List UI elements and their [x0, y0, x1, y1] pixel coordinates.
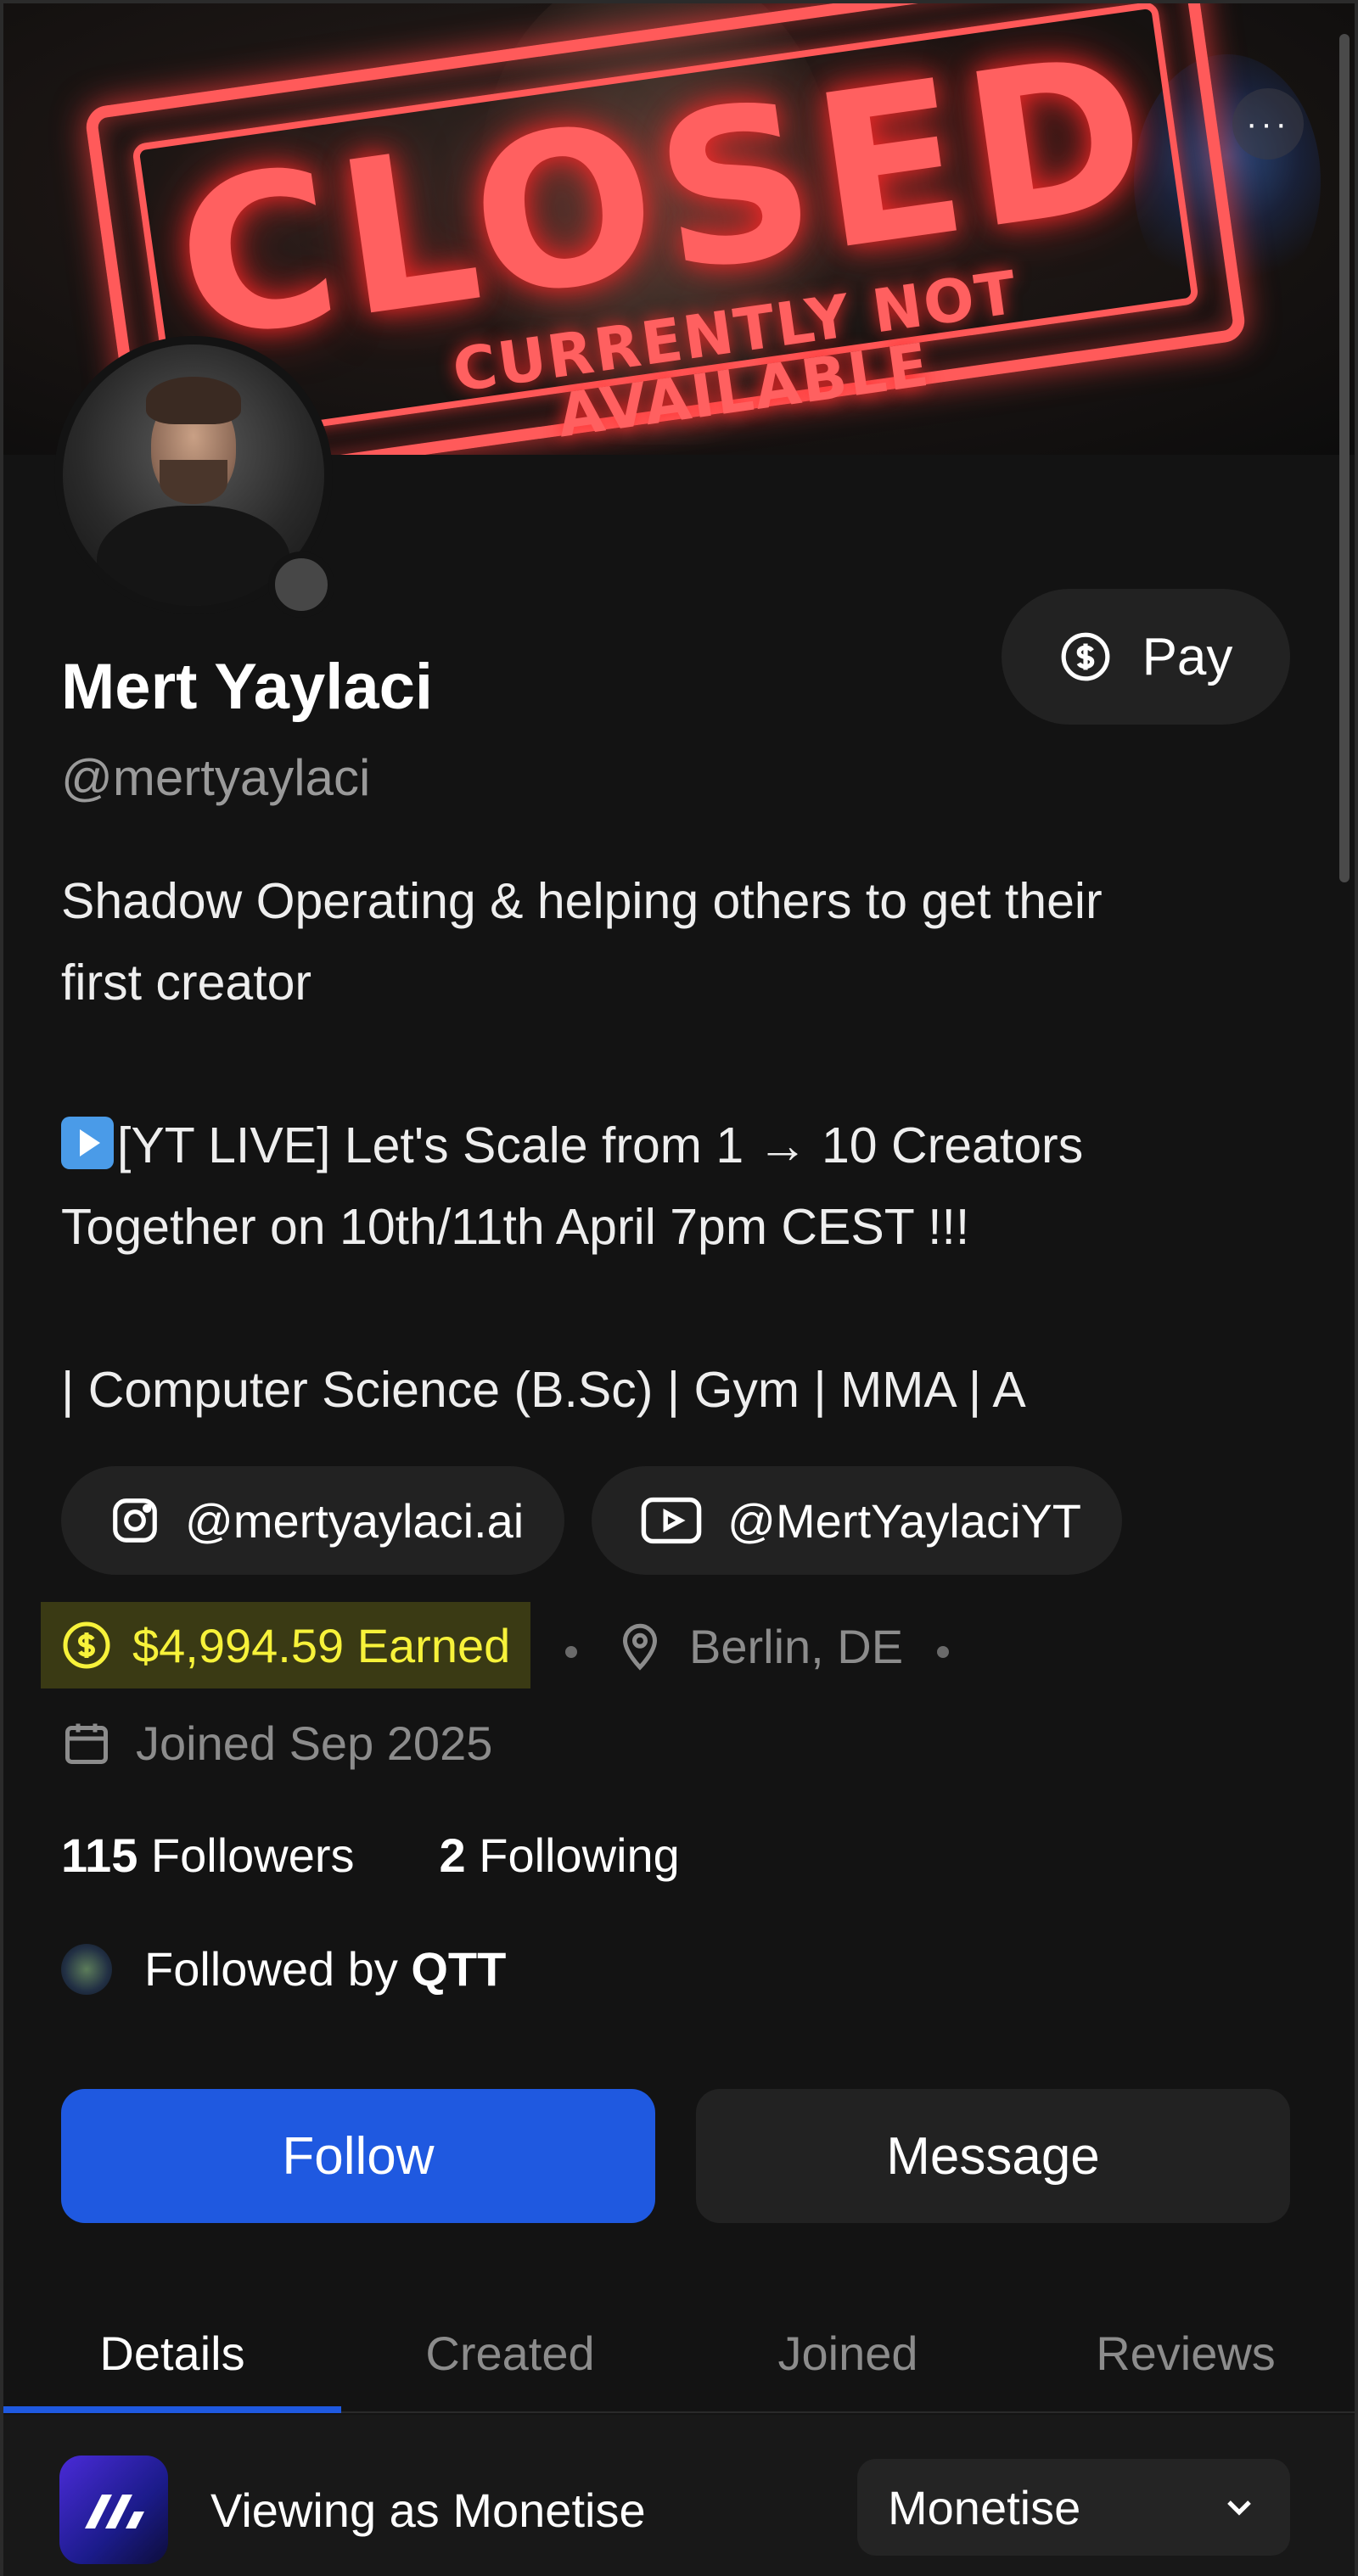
following-count: 2 [439, 1828, 466, 1882]
tab-joined[interactable]: Joined [679, 2294, 1017, 2411]
calendar-icon [65, 1723, 108, 1764]
youtube-link[interactable]: @MertYaylaciYT [592, 1466, 1122, 1575]
tab-created[interactable]: Created [341, 2294, 679, 2411]
profile-page: CLOSED CURRENTLY NOT AVAILABLE ··· Pay M… [0, 0, 1358, 2576]
pay-button[interactable]: Pay [1002, 589, 1290, 725]
profile-bio: Shadow Operating & helping others to get… [61, 860, 1300, 1431]
joined-date: Joined Sep 2025 [61, 1707, 492, 1778]
bio-line: | Computer Science (B.Sc) | Gym | MMA | … [61, 1362, 1026, 1418]
following-link[interactable]: 2 Following [440, 1828, 680, 1883]
tab-details[interactable]: Details [3, 2294, 341, 2413]
profile-name: Mert Yaylaci [61, 651, 434, 723]
youtube-icon [641, 1497, 702, 1544]
dollar-coin-icon [63, 1621, 110, 1669]
follow-stats: 115 Followers 2 Following [61, 1828, 680, 1883]
viewing-as-select[interactable]: Monetise [857, 2459, 1290, 2556]
earned-badge: $4,994.59 Earned [41, 1602, 531, 1688]
profile-tabs: Details Created Joined Reviews [3, 2294, 1355, 2413]
monetise-logo-icon [85, 2495, 144, 2528]
follow-button[interactable]: Follow [61, 2089, 655, 2223]
followers-count: 115 [61, 1828, 138, 1882]
follower-avatar [61, 1943, 112, 1995]
bio-line: Together on 10th/11th April 7pm CEST !!! [61, 1199, 970, 1255]
followed-by-name: QTT [411, 1942, 507, 1996]
more-icon: ··· [1246, 105, 1290, 143]
monetise-logo [59, 2456, 168, 2564]
following-label: Following [479, 1828, 680, 1882]
pay-label: Pay [1142, 627, 1233, 686]
joined-text: Joined Sep 2025 [136, 1716, 493, 1770]
earned-amount: $4,994.59 Earned [132, 1618, 511, 1672]
followed-by[interactable]: Followed by QTT [61, 1941, 506, 1996]
viewing-as-bar: Viewing as Monetise Monetise [3, 2415, 1355, 2576]
social-links: @mertyaylaci.ai @MertYaylaciYT [61, 1466, 1122, 1575]
profile-handle: @mertyaylaci [61, 749, 371, 806]
instagram-link[interactable]: @mertyaylaci.ai [61, 1466, 565, 1575]
instagram-icon [113, 1498, 157, 1543]
bio-line: [YT LIVE] Let's Scale from 1 → 10 Creato… [117, 1117, 1084, 1173]
online-status-dot [268, 552, 334, 618]
message-button[interactable]: Message [696, 2089, 1290, 2223]
viewing-as-selected: Monetise [888, 2480, 1081, 2534]
location: Berlin, DE [614, 1610, 903, 1682]
play-button-emoji-icon [61, 1117, 114, 1169]
tab-reviews[interactable]: Reviews [1017, 2294, 1355, 2411]
bio-line: first creator [61, 955, 312, 1011]
bio-line: Shadow Operating & helping others to get… [61, 873, 1103, 929]
instagram-handle: @mertyaylaci.ai [185, 1493, 525, 1548]
separator-dot [937, 1646, 949, 1658]
location-text: Berlin, DE [689, 1619, 904, 1673]
more-options-button[interactable]: ··· [1232, 88, 1304, 160]
chevron-down-icon [1227, 2500, 1251, 2516]
youtube-handle: @MertYaylaciYT [727, 1493, 1081, 1548]
followers-label: Followers [150, 1828, 355, 1882]
scrollbar[interactable] [1339, 34, 1350, 882]
dollar-coin-icon [1061, 632, 1109, 681]
separator-dot [565, 1646, 577, 1658]
viewing-as-label: Viewing as Monetise [210, 2484, 646, 2537]
followed-by-prefix: Followed by [144, 1942, 398, 1996]
followers-link[interactable]: 115 Followers [61, 1828, 355, 1883]
location-pin-icon [622, 1623, 658, 1671]
